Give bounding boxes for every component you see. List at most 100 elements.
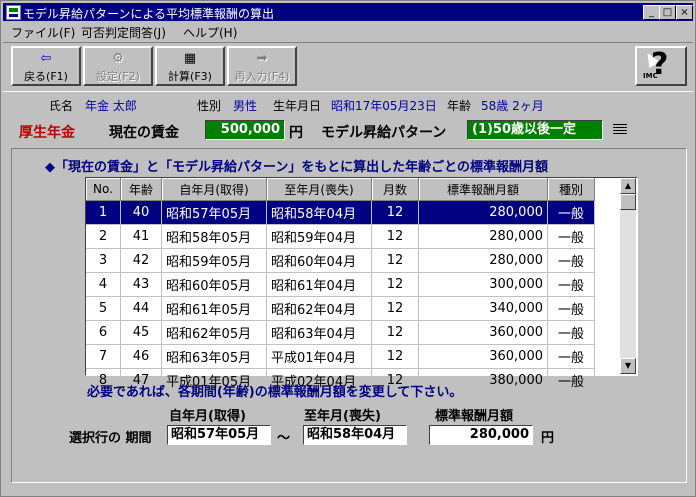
cell-type[interactable]: 一般 — [547, 248, 595, 273]
cell-from[interactable]: 昭和61年05月 — [161, 296, 267, 321]
col-header-months[interactable]: 月数 — [371, 178, 419, 201]
imc-logo: IMC — [643, 72, 658, 80]
col-header-age[interactable]: 年齢 — [120, 178, 162, 201]
wage-unit: 円 — [289, 125, 303, 141]
cell-months[interactable]: 12 — [371, 224, 419, 249]
table-scrollbar[interactable]: ▲ ▼ — [620, 178, 636, 374]
cell-from[interactable]: 昭和57年05月 — [161, 200, 267, 225]
cell-age[interactable]: 43 — [120, 272, 162, 297]
cell-to[interactable]: 昭和62年04月 — [266, 296, 372, 321]
table-row[interactable]: 6 45 昭和62年05月 昭和63年04月 12 360,000 一般 — [86, 320, 595, 345]
cell-type[interactable]: 一般 — [547, 200, 595, 225]
cell-age[interactable]: 41 — [120, 224, 162, 249]
app-icon — [6, 5, 21, 20]
cell-to[interactable]: 昭和63年04月 — [266, 320, 372, 345]
settings-button-label: 設定(F2) — [96, 70, 140, 83]
table-row[interactable]: 5 44 昭和61年05月 昭和62年04月 12 340,000 一般 — [86, 296, 595, 321]
from-field[interactable]: 昭和57年05月 — [167, 425, 271, 445]
current-wage-label: 現在の賃金 — [109, 125, 179, 141]
amount-unit: 円 — [541, 431, 555, 446]
cell-monthly-pay[interactable]: 360,000 — [418, 320, 548, 345]
cell-no[interactable]: 4 — [86, 272, 121, 297]
cell-from[interactable]: 昭和58年05月 — [161, 224, 267, 249]
name-value: 年金 太郎 — [85, 99, 137, 113]
col-header-from[interactable]: 自年月(取得) — [161, 178, 267, 201]
cell-monthly-pay[interactable]: 280,000 — [418, 200, 548, 225]
menu-help[interactable]: ヘルプ(H) — [183, 24, 237, 41]
cell-no[interactable]: 1 — [86, 200, 121, 225]
reinput-button[interactable]: ➡ 再入力(F4) — [227, 46, 297, 86]
salary-grid[interactable]: No. 年齢 自年月(取得) 至年月(喪失) 月数 標準報酬月額 種別 1 40 昭… — [85, 177, 638, 393]
cell-from[interactable]: 昭和63年05月 — [161, 344, 267, 369]
table-row[interactable]: 2 41 昭和58年05月 昭和59年04月 12 280,000 一般 — [86, 224, 595, 249]
cell-type[interactable]: 一般 — [547, 320, 595, 345]
raise-pattern-value: (1)50歳以後一定 — [467, 120, 603, 140]
cell-age[interactable]: 44 — [120, 296, 162, 321]
cell-monthly-pay[interactable]: 280,000 — [418, 224, 548, 249]
cell-to[interactable]: 昭和61年04月 — [266, 272, 372, 297]
scroll-thumb[interactable] — [620, 194, 636, 210]
cell-no[interactable]: 5 — [86, 296, 121, 321]
cell-age[interactable]: 40 — [120, 200, 162, 225]
cell-type[interactable]: 一般 — [547, 344, 595, 369]
cell-to[interactable]: 昭和60年04月 — [266, 248, 372, 273]
reinput-icon: ➡ — [256, 51, 268, 66]
cell-no[interactable]: 3 — [86, 248, 121, 273]
table-row[interactable]: 7 46 昭和63年05月 平成01年04月 12 360,000 一般 — [86, 344, 595, 369]
cell-no[interactable]: 2 — [86, 224, 121, 249]
cell-age[interactable]: 45 — [120, 320, 162, 345]
cell-type[interactable]: 一般 — [547, 368, 595, 393]
cell-type[interactable]: 一般 — [547, 224, 595, 249]
cell-months[interactable]: 12 — [371, 320, 419, 345]
table-row[interactable]: 4 43 昭和60年05月 昭和61年04月 12 300,000 一般 — [86, 272, 595, 297]
cell-age[interactable]: 46 — [120, 344, 162, 369]
menu-file[interactable]: ファイル(F) — [11, 24, 75, 41]
cell-monthly-pay[interactable]: 340,000 — [418, 296, 548, 321]
cell-to[interactable]: 平成01年04月 — [266, 344, 372, 369]
maximize-button[interactable]: □ — [659, 5, 676, 20]
cell-no[interactable]: 6 — [86, 320, 121, 345]
table-row[interactable]: 1 40 昭和57年05月 昭和58年04月 12 280,000 一般 — [86, 200, 595, 225]
cell-age[interactable]: 42 — [120, 248, 162, 273]
cell-type[interactable]: 一般 — [547, 296, 595, 321]
cell-no[interactable]: 7 — [86, 344, 121, 369]
age-label: 年齢 — [447, 99, 472, 113]
close-button[interactable]: × — [676, 5, 693, 20]
cell-to[interactable]: 昭和58年04月 — [266, 200, 372, 225]
menu-judgement[interactable]: 可否判定問答(J) — [81, 24, 166, 41]
cell-type[interactable]: 一般 — [547, 272, 595, 297]
back-button[interactable]: ⇦ 戻る(F1) — [11, 46, 81, 86]
cell-months[interactable]: 12 — [371, 272, 419, 297]
reinput-button-label: 再入力(F4) — [234, 70, 290, 83]
scroll-down-icon[interactable]: ▼ — [620, 358, 636, 374]
calc-button[interactable]: ▦ 計算(F3) — [155, 46, 225, 86]
cell-to[interactable]: 昭和59年04月 — [266, 224, 372, 249]
cell-monthly-pay[interactable]: 300,000 — [418, 272, 548, 297]
help-button[interactable]: ? IMC — [635, 46, 687, 86]
sex-value: 男性 — [233, 99, 258, 113]
list-icon[interactable] — [613, 124, 627, 136]
to-field[interactable]: 昭和58年04月 — [303, 425, 407, 445]
col-header-type[interactable]: 種別 — [547, 178, 595, 201]
cell-from[interactable]: 昭和60年05月 — [161, 272, 267, 297]
pension-type: 厚生年金 — [19, 125, 75, 141]
col-header-monthly-pay[interactable]: 標準報酬月額 — [418, 178, 548, 201]
scroll-up-icon[interactable]: ▲ — [620, 178, 636, 194]
cell-monthly-pay[interactable]: 280,000 — [418, 248, 548, 273]
cell-months[interactable]: 12 — [371, 296, 419, 321]
col-header-to[interactable]: 至年月(喪失) — [266, 178, 372, 201]
cell-monthly-pay[interactable]: 360,000 — [418, 344, 548, 369]
cell-months[interactable]: 12 — [371, 200, 419, 225]
settings-button[interactable]: ⚙ 設定(F2) — [83, 46, 153, 86]
table-row[interactable]: 3 42 昭和59年05月 昭和60年04月 12 280,000 一般 — [86, 248, 595, 273]
amount-field[interactable]: 280,000 — [429, 425, 533, 445]
cell-months[interactable]: 12 — [371, 248, 419, 273]
name-label: 氏名 — [49, 99, 74, 113]
cell-from[interactable]: 昭和62年05月 — [161, 320, 267, 345]
back-button-label: 戻る(F1) — [24, 70, 68, 83]
cell-months[interactable]: 12 — [371, 344, 419, 369]
cell-from[interactable]: 昭和59年05月 — [161, 248, 267, 273]
tilde: ～ — [277, 431, 291, 446]
minimize-button[interactable]: _ — [643, 5, 660, 20]
col-header-no[interactable]: No. — [86, 178, 121, 201]
